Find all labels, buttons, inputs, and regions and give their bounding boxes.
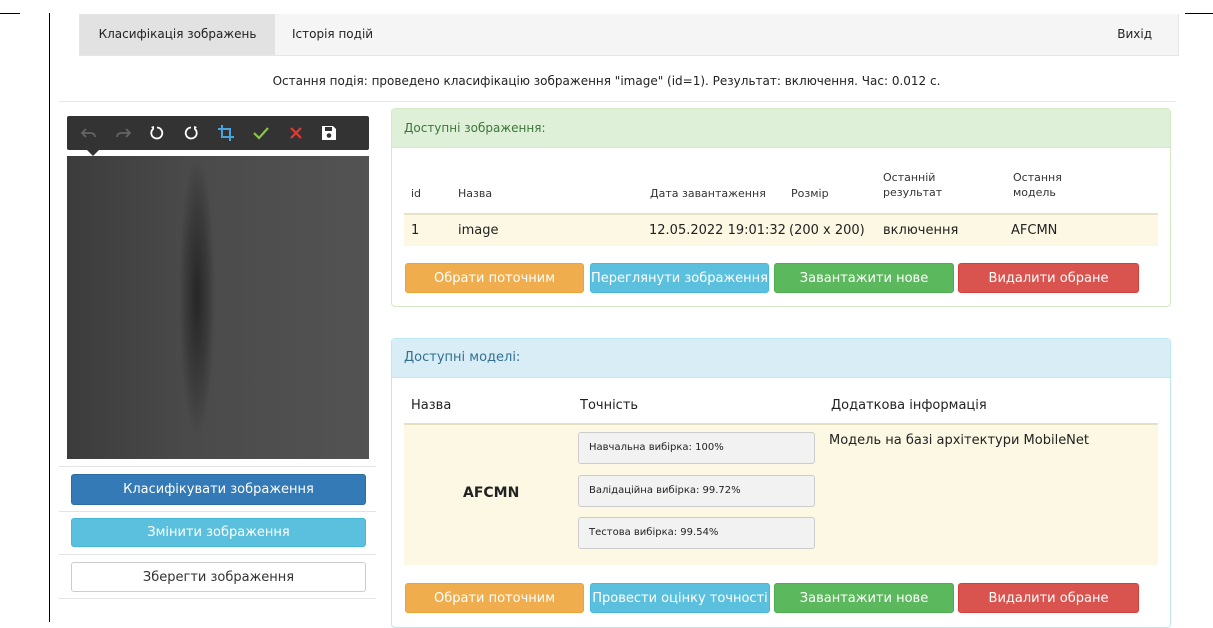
table-row[interactable]: 1 image 12.05.2022 19:01:32 (200 x 200) … (404, 213, 1158, 246)
column-header-last-model: Остання модель (1013, 171, 1062, 199)
cell-result: включення (883, 223, 959, 238)
delete-selected-model-button[interactable]: Видалити обране (958, 583, 1139, 613)
redo-icon[interactable] (109, 116, 137, 150)
column-header-last-result: Останній результат (883, 171, 943, 199)
save-image-button[interactable]: Зберегти зображення (71, 562, 366, 592)
divider (59, 598, 376, 599)
image-preview[interactable] (67, 156, 369, 459)
close-icon[interactable] (282, 116, 310, 150)
cell-model-name: AFCMN (463, 485, 520, 501)
upload-new-model-button[interactable]: Завантажити нове (774, 583, 954, 613)
column-header-date: Дата завантаження (650, 187, 766, 200)
column-header-size: Розмір (791, 187, 829, 200)
frame-vertical-line (49, 13, 50, 622)
select-current-model-button[interactable]: Обрати поточним (405, 583, 584, 613)
cell-name: image (458, 223, 499, 238)
crop-icon[interactable] (212, 116, 240, 150)
rotate-right-icon[interactable] (177, 116, 205, 150)
delete-selected-image-button[interactable]: Видалити обране (958, 263, 1139, 293)
image-editor-toolbar (67, 116, 369, 156)
cell-id: 1 (411, 223, 420, 238)
nav-exit-link[interactable]: Вихід (1117, 14, 1152, 55)
column-header-model-name: Назва (411, 398, 452, 413)
table-row[interactable]: AFCMN Навчальна вибірка: 100% Валідаційн… (404, 423, 1158, 565)
panel-title: Доступні моделі: (392, 339, 1170, 378)
divider (59, 466, 376, 467)
frame-line-right (1185, 13, 1213, 14)
cell-date: 12.05.2022 19:01:32 (649, 223, 786, 238)
nav-tab-history[interactable]: Історія подій (292, 14, 373, 55)
last-event-status: Остання подія: проведено класифікацію зо… (272, 74, 941, 88)
divider (59, 554, 376, 555)
cell-additional-info: Модель на базі архітектури MobileNet (829, 433, 1090, 448)
cell-model: AFCMN (1011, 223, 1058, 238)
nav-tab-classification[interactable]: Класифікація зображень (80, 14, 275, 55)
view-image-button[interactable]: Переглянути зображення (590, 263, 769, 293)
top-navbar: Класифікація зображень Історія подій Вих… (79, 14, 1179, 56)
change-image-button[interactable]: Змінити зображення (71, 518, 366, 547)
save-icon[interactable] (315, 116, 343, 150)
check-icon[interactable] (247, 116, 275, 150)
train-accuracy-field: Навчальна вибірка: 100% (578, 432, 815, 464)
frame-line-left (0, 13, 20, 14)
select-current-image-button[interactable]: Обрати поточним (405, 263, 584, 293)
evaluate-accuracy-button[interactable]: Провести оцінку точності (590, 583, 770, 613)
column-header-name: Назва (458, 187, 493, 200)
classify-image-button[interactable]: Класифікувати зображення (71, 474, 366, 505)
upload-new-image-button[interactable]: Завантажити нове (774, 263, 954, 293)
test-accuracy-field: Тестова вибірка: 99.54% (578, 517, 815, 549)
column-header-additional-info: Додаткова інформація (831, 398, 987, 413)
validation-accuracy-field: Валідаційна вибірка: 99.72% (578, 475, 815, 507)
divider (59, 101, 1176, 102)
rotate-left-icon[interactable] (143, 116, 171, 150)
undo-icon[interactable] (75, 116, 103, 150)
panel-title: Доступні зображення: (392, 109, 1170, 148)
divider (59, 511, 376, 512)
cell-size: (200 x 200) (789, 223, 865, 238)
column-header-id: id (411, 187, 422, 200)
column-header-accuracy: Точність (580, 398, 639, 413)
